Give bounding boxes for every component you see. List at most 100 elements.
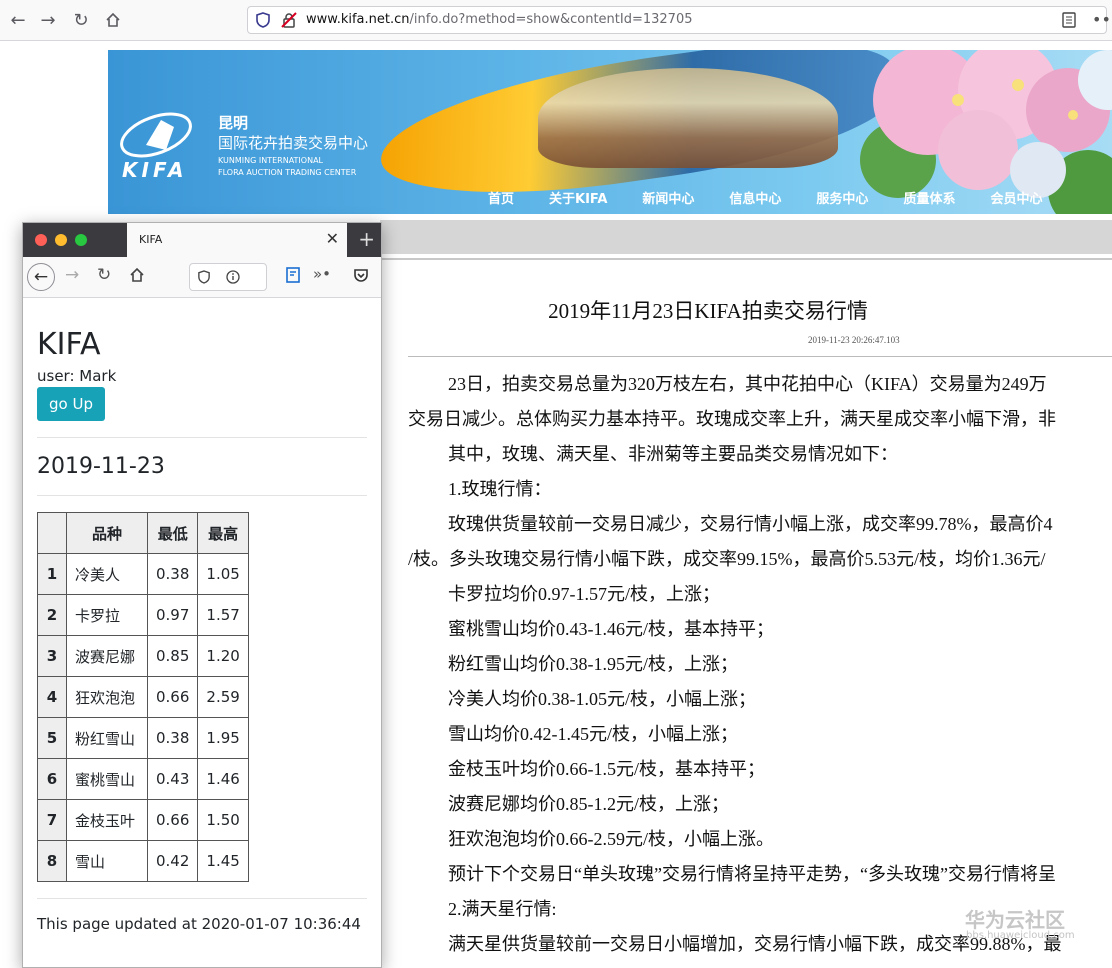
header-low: 最低 [146, 512, 199, 554]
new-tab-icon[interactable]: + [358, 227, 375, 251]
logo-name-en-2: FLORA AUCTION TRADING CENTER [218, 168, 357, 177]
watermark-subtext: bbs.huaweicloud.com [966, 930, 1075, 941]
article-body: 23日，拍卖交易总量为320万枝左右，其中花拍中心（KIFA）交易量为249万交… [408, 370, 1112, 966]
popup-tab-title: KIFA [139, 233, 163, 246]
overflow-menu-icon[interactable]: ••• [1092, 10, 1112, 29]
popup-reload-icon[interactable]: ↻ [97, 265, 111, 285]
popup-overflow-icon[interactable]: »• [313, 265, 331, 283]
popup-heading: KIFA [37, 327, 101, 362]
insecure-lock-icon[interactable] [281, 12, 297, 32]
high-price-cell: 2.59 [197, 676, 249, 718]
popup-date: 2019-11-23 [37, 454, 165, 479]
table-row: 2 卡罗拉 0.97 1.57 [37, 594, 249, 636]
popup-home-icon[interactable] [129, 267, 145, 288]
popup-info-icon[interactable] [226, 270, 240, 284]
close-tab-icon[interactable]: ✕ [326, 229, 339, 248]
maximize-window-button[interactable] [75, 234, 87, 246]
low-price-cell: 0.43 [146, 758, 199, 800]
table-row: 7 金枝玉叶 0.66 1.50 [37, 799, 249, 841]
article-line: 卡罗拉均价0.97-1.57元/枝，上涨； [448, 584, 720, 604]
article-line: 23日，拍卖交易总量为320万枝左右，其中花拍中心（KIFA）交易量为249万 [448, 374, 1047, 394]
table-row: 1 冷美人 0.38 1.05 [37, 553, 249, 595]
nav-item-member[interactable]: 会员中心 [990, 188, 1042, 207]
url-domain: www.kifa.net.cn [306, 12, 410, 27]
article: 2019年11月23日KIFA拍卖交易行情 2019-11-23 20:26:4… [408, 290, 1112, 966]
low-price-cell: 0.42 [146, 840, 199, 882]
row-index-cell: 2 [37, 594, 67, 636]
row-index-cell: 7 [37, 799, 67, 841]
low-price-cell: 0.97 [146, 594, 199, 636]
watermark-text: 华为云社区 [965, 908, 1065, 932]
table-row: 3 波赛尼娜 0.85 1.20 [37, 635, 249, 677]
home-icon[interactable] [99, 6, 127, 34]
site-banner: KIFA 昆明 国际花卉拍卖交易中心 KUNMING INTERNATIONAL… [108, 50, 1112, 214]
row-index-cell: 8 [37, 840, 67, 882]
article-date: 2019-11-23 20:26:47.103 [808, 335, 900, 345]
table-row: 8 雪山 0.42 1.45 [37, 840, 249, 882]
header-divider [380, 258, 1112, 260]
popup-toolbar: ← → ↻ »• [23, 257, 381, 298]
auction-hall-photo [538, 68, 838, 168]
variety-cell: 卡罗拉 [66, 594, 148, 636]
popup-pocket-icon[interactable] [353, 267, 369, 288]
row-index-cell: 4 [37, 676, 67, 718]
variety-cell: 金枝玉叶 [66, 799, 148, 841]
price-table: 品种 最低 最高 1 冷美人 0.38 1.05 2 卡罗拉 0.97 1.57 3 波赛尼娜 0.… [37, 512, 249, 882]
popup-url-bar[interactable] [189, 263, 267, 291]
article-line: 波赛尼娜均价0.85-1.2元/枝，上涨； [448, 794, 729, 814]
nav-item-service[interactable]: 服务中心 [816, 188, 868, 207]
gray-strip [380, 220, 1112, 254]
popup-user-label: user: Mark [37, 367, 117, 385]
article-line: 交易日减少。总体购买力基本持平。玫瑰成交率上升，满天星成交率小幅下滑，非 [408, 409, 1056, 429]
nav-item-news[interactable]: 新闻中心 [642, 188, 694, 207]
table-row: 5 粉红雪山 0.38 1.95 [37, 717, 249, 759]
variety-cell: 蜜桃雪山 [66, 758, 148, 800]
tracking-shield-icon[interactable] [256, 12, 270, 32]
site-nav-menu: 首页 关于KIFA 新闻中心 信息中心 服务中心 质量体系 会员中心 [488, 188, 1077, 207]
popup-footer: This page updated at 2020-01-07 10:36:44 [37, 915, 361, 933]
back-arrow-icon[interactable]: ← [4, 6, 32, 34]
popup-forward-arrow-icon[interactable]: → [65, 265, 79, 285]
close-window-button[interactable] [35, 234, 47, 246]
article-line: 1.玫瑰行情： [448, 479, 552, 499]
nav-item-home[interactable]: 首页 [488, 188, 514, 207]
article-line: 狂欢泡泡均价0.66-2.59元/枝，小幅上涨。 [448, 829, 774, 849]
article-line: 粉红雪山均价0.38-1.95元/枝，上涨； [448, 654, 738, 674]
nav-item-info[interactable]: 信息中心 [729, 188, 781, 207]
minimize-window-button[interactable] [55, 234, 67, 246]
article-line: 雪山均价0.42-1.45元/枝，小幅上涨； [448, 724, 738, 744]
popup-back-arrow-icon[interactable]: ← [27, 263, 55, 291]
row-index-cell: 3 [37, 635, 67, 677]
popup-page-content: KIFA user: Mark go Up 2019-11-23 品种 最低 最… [37, 297, 367, 933]
header-variety: 品种 [66, 512, 148, 554]
row-index-cell: 5 [37, 717, 67, 759]
popup-tab[interactable]: KIFA ✕ [127, 223, 347, 257]
url-path: /info.do?method=show&contentId=132705 [409, 12, 693, 27]
forward-arrow-icon[interactable]: → [34, 6, 62, 34]
article-line: /枝。多头玫瑰交易行情小幅下跌，成交率99.15%，最高价5.53元/枝，均价1… [408, 549, 1046, 569]
logo-name-en-1: KUNMING INTERNATIONAL [218, 156, 323, 165]
popup-shield-icon[interactable] [198, 270, 210, 284]
nav-item-quality[interactable]: 质量体系 [903, 188, 955, 207]
reload-icon[interactable]: ↻ [67, 6, 95, 34]
popup-browser-window: KIFA ✕ + ← → ↻ »• KIFA user: Mark go Up … [22, 222, 382, 968]
url-text[interactable]: www.kifa.net.cn/info.do?method=show&cont… [306, 12, 693, 27]
nav-item-about[interactable]: 关于KIFA [549, 188, 607, 207]
go-up-button[interactable]: go Up [37, 387, 105, 421]
article-line: 其中，玫瑰、满天星、非洲菊等主要品类交易情况如下： [448, 444, 898, 464]
popup-bookmark-icon[interactable] [285, 267, 301, 288]
high-price-cell: 1.95 [197, 717, 249, 759]
article-title: 2019年11月23日KIFA拍卖交易行情 [548, 299, 868, 323]
reader-view-icon[interactable] [1062, 12, 1076, 32]
article-line: 玫瑰供货量较前一交易日减少，交易行情小幅上涨，成交率99.78%，最高价4 [448, 514, 1053, 534]
low-price-cell: 0.38 [146, 717, 199, 759]
low-price-cell: 0.66 [146, 676, 199, 718]
url-bar[interactable]: www.kifa.net.cn/info.do?method=show&cont… [247, 6, 1107, 34]
popup-divider-3 [37, 898, 367, 899]
main-toolbar: ← → ↻ www.kifa.net.cn/info.do?method=sho… [0, 0, 1112, 41]
logo-name-cn-1: 昆明 [218, 114, 249, 132]
variety-cell: 狂欢泡泡 [66, 676, 148, 718]
table-row: 4 狂欢泡泡 0.66 2.59 [37, 676, 249, 718]
high-price-cell: 1.46 [197, 758, 249, 800]
article-line: 冷美人均价0.38-1.05元/枝，小幅上涨； [448, 689, 756, 709]
